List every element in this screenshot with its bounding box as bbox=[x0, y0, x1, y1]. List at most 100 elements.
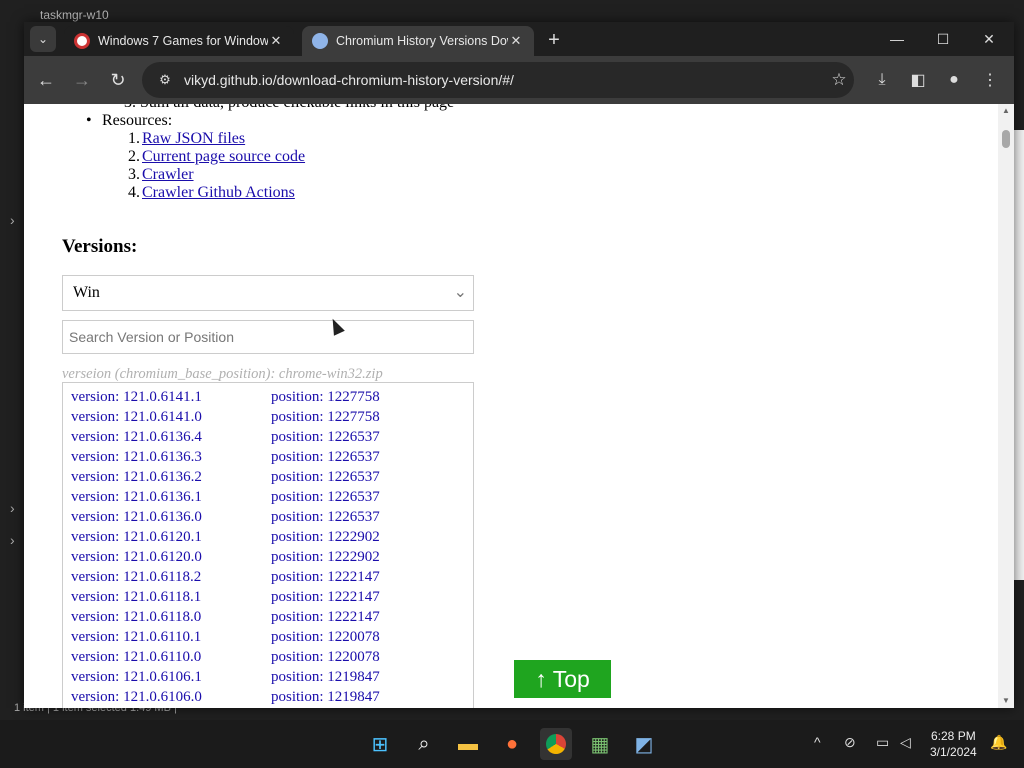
version-link[interactable]: version: 121.0.6120.1 bbox=[71, 529, 202, 545]
version-link[interactable]: version: 121.0.6120.0 bbox=[71, 549, 202, 565]
address-bar[interactable]: ⚙ vikyd.github.io/download-chromium-hist… bbox=[142, 62, 854, 98]
version-link[interactable]: version: 121.0.6136.2 bbox=[71, 469, 202, 485]
version-row[interactable]: version: 121.0.6106.1 position: 1219847 bbox=[71, 669, 380, 686]
position-link[interactable]: position: 1220078 bbox=[271, 649, 380, 666]
search-input[interactable] bbox=[62, 320, 474, 354]
chevron-right-icon[interactable]: › bbox=[10, 212, 15, 228]
side-panel-icon[interactable]: ◧ bbox=[904, 66, 932, 94]
close-tab-icon[interactable]: ✕ bbox=[508, 33, 524, 49]
resource-num: 2. bbox=[128, 148, 140, 165]
version-row[interactable]: version: 121.0.6136.4 position: 1226537 bbox=[71, 429, 380, 446]
version-row[interactable]: version: 121.0.6141.0 position: 1227758 bbox=[71, 409, 380, 426]
maximize-button[interactable]: ☐ bbox=[920, 24, 966, 54]
os-select[interactable]: Win ⌄ bbox=[62, 275, 474, 311]
menu-icon[interactable]: ⋮ bbox=[976, 66, 1004, 94]
version-row[interactable]: version: 121.0.6141.1 position: 1227758 bbox=[71, 389, 380, 406]
site-info-icon[interactable]: ⚙ bbox=[154, 69, 176, 91]
display-icon[interactable]: ▭ bbox=[876, 734, 889, 751]
profile-icon[interactable]: ● bbox=[940, 66, 968, 94]
new-tab-button[interactable]: + bbox=[542, 28, 566, 52]
notification-bell-icon[interactable]: 🔔 bbox=[990, 734, 1007, 751]
version-link[interactable]: version: 121.0.6110.0 bbox=[71, 649, 201, 665]
version-row[interactable]: version: 121.0.6118.1 position: 1222147 bbox=[71, 589, 380, 606]
version-link[interactable]: version: 121.0.6136.4 bbox=[71, 429, 202, 445]
version-row[interactable]: version: 121.0.6136.2 position: 1226537 bbox=[71, 469, 380, 486]
position-link[interactable]: position: 1222147 bbox=[271, 589, 380, 606]
back-icon[interactable]: ← bbox=[32, 66, 60, 94]
resource-num: 3. bbox=[128, 166, 140, 183]
position-link[interactable]: position: 1222902 bbox=[271, 529, 380, 546]
chevron-right-icon[interactable]: › bbox=[10, 500, 15, 516]
scroll-up-icon[interactable]: ▲ bbox=[1002, 106, 1010, 115]
version-row[interactable]: version: 121.0.6136.3 position: 1226537 bbox=[71, 449, 380, 466]
minimize-button[interactable]: — bbox=[874, 24, 920, 54]
position-link[interactable]: position: 1227758 bbox=[271, 389, 380, 406]
page-source-link[interactable]: Current page source code bbox=[142, 148, 305, 166]
versions-list[interactable]: version: 121.0.6141.1 position: 1227758 ve… bbox=[62, 382, 474, 708]
chevron-right-icon[interactable]: › bbox=[10, 532, 15, 548]
version-row[interactable]: version: 121.0.6118.0 position: 1222147 bbox=[71, 609, 380, 626]
crawler-actions-link[interactable]: Crawler Github Actions bbox=[142, 184, 295, 202]
version-link[interactable]: version: 121.0.6118.2 bbox=[71, 569, 201, 585]
version-link[interactable]: version: 121.0.6118.1 bbox=[71, 589, 201, 605]
version-row[interactable]: version: 121.0.6136.0 position: 1226537 bbox=[71, 509, 380, 526]
monitor-app-icon[interactable]: ◩ bbox=[628, 728, 660, 760]
version-row[interactable]: version: 121.0.6120.0 position: 1222902 bbox=[71, 549, 380, 566]
show-hidden-icons-icon[interactable]: ^ bbox=[814, 734, 821, 750]
excel-app-icon[interactable]: ▦ bbox=[584, 728, 616, 760]
favicon-icon bbox=[312, 33, 328, 49]
tab-search-button[interactable]: ⌄ bbox=[30, 26, 56, 52]
tab-windows7-games[interactable]: Windows 7 Games for Windows ✕ bbox=[64, 26, 294, 56]
firefox-icon[interactable]: ● bbox=[496, 728, 528, 760]
forward-icon[interactable]: → bbox=[68, 66, 96, 94]
bookmark-star-icon[interactable]: ☆ bbox=[824, 70, 854, 90]
top-button[interactable]: ↑ Top bbox=[514, 660, 611, 698]
start-icon[interactable]: ⊞ bbox=[364, 728, 396, 760]
page-scrollbar[interactable]: ▲ ▼ bbox=[998, 104, 1014, 708]
version-row[interactable]: version: 121.0.6118.2 position: 1222147 bbox=[71, 569, 380, 586]
position-link[interactable]: position: 1227758 bbox=[271, 409, 380, 426]
position-link[interactable]: position: 1219847 bbox=[271, 669, 380, 686]
version-link[interactable]: version: 121.0.6118.0 bbox=[71, 609, 201, 625]
background-window-title: taskmgr-w10 bbox=[40, 8, 109, 22]
position-link[interactable]: position: 1222147 bbox=[271, 609, 380, 626]
version-link[interactable]: version: 121.0.6110.1 bbox=[71, 629, 201, 645]
network-icon[interactable]: ⊘ bbox=[844, 734, 856, 751]
position-link[interactable]: position: 1226537 bbox=[271, 509, 380, 526]
volume-icon[interactable]: ◁ bbox=[900, 734, 911, 751]
version-link[interactable]: version: 121.0.6141.0 bbox=[71, 409, 202, 425]
file-explorer-icon[interactable]: ▬ bbox=[452, 728, 484, 760]
version-row[interactable]: version: 121.0.6120.1 position: 1222902 bbox=[71, 529, 380, 546]
version-link[interactable]: version: 121.0.6106.1 bbox=[71, 669, 202, 685]
version-row[interactable]: version: 121.0.6136.1 position: 1226537 bbox=[71, 489, 380, 506]
chrome-icon[interactable] bbox=[540, 728, 572, 760]
position-link[interactable]: position: 1226537 bbox=[271, 469, 380, 486]
scroll-down-icon[interactable]: ▼ bbox=[1002, 696, 1010, 705]
version-link[interactable]: version: 121.0.6136.1 bbox=[71, 489, 202, 505]
raw-json-link[interactable]: Raw JSON files bbox=[142, 130, 245, 148]
position-link[interactable]: position: 1219847 bbox=[271, 689, 380, 706]
position-link[interactable]: position: 1222147 bbox=[271, 569, 380, 586]
version-link[interactable]: version: 121.0.6136.3 bbox=[71, 449, 202, 465]
version-link[interactable]: version: 121.0.6136.0 bbox=[71, 509, 202, 525]
scrollbar-thumb[interactable] bbox=[1002, 130, 1010, 148]
download-icon[interactable]: ⤓ bbox=[868, 66, 896, 94]
clock[interactable]: 6:28 PM 3/1/2024 bbox=[930, 728, 977, 760]
position-link[interactable]: position: 1220078 bbox=[271, 629, 380, 646]
close-tab-icon[interactable]: ✕ bbox=[268, 33, 284, 49]
search-icon[interactable]: ⌕ bbox=[408, 728, 440, 760]
position-link[interactable]: position: 1226537 bbox=[271, 449, 380, 466]
position-link[interactable]: position: 1226537 bbox=[271, 489, 380, 506]
version-row[interactable]: version: 121.0.6110.1 position: 1220078 bbox=[71, 629, 380, 646]
tab-chromium-history[interactable]: Chromium History Versions Dow ✕ bbox=[302, 26, 534, 56]
url-text[interactable]: vikyd.github.io/download-chromium-histor… bbox=[184, 72, 824, 88]
position-link[interactable]: position: 1226537 bbox=[271, 429, 380, 446]
version-link[interactable]: version: 121.0.6106.0 bbox=[71, 689, 202, 705]
version-row[interactable]: version: 121.0.6106.0 position: 1219847 bbox=[71, 689, 380, 706]
crawler-link[interactable]: Crawler bbox=[142, 166, 194, 184]
close-window-button[interactable]: ✕ bbox=[966, 24, 1012, 54]
reload-icon[interactable]: ↻ bbox=[104, 66, 132, 94]
version-link[interactable]: version: 121.0.6141.1 bbox=[71, 389, 202, 405]
version-row[interactable]: version: 121.0.6110.0 position: 1220078 bbox=[71, 649, 380, 666]
position-link[interactable]: position: 1222902 bbox=[271, 549, 380, 566]
